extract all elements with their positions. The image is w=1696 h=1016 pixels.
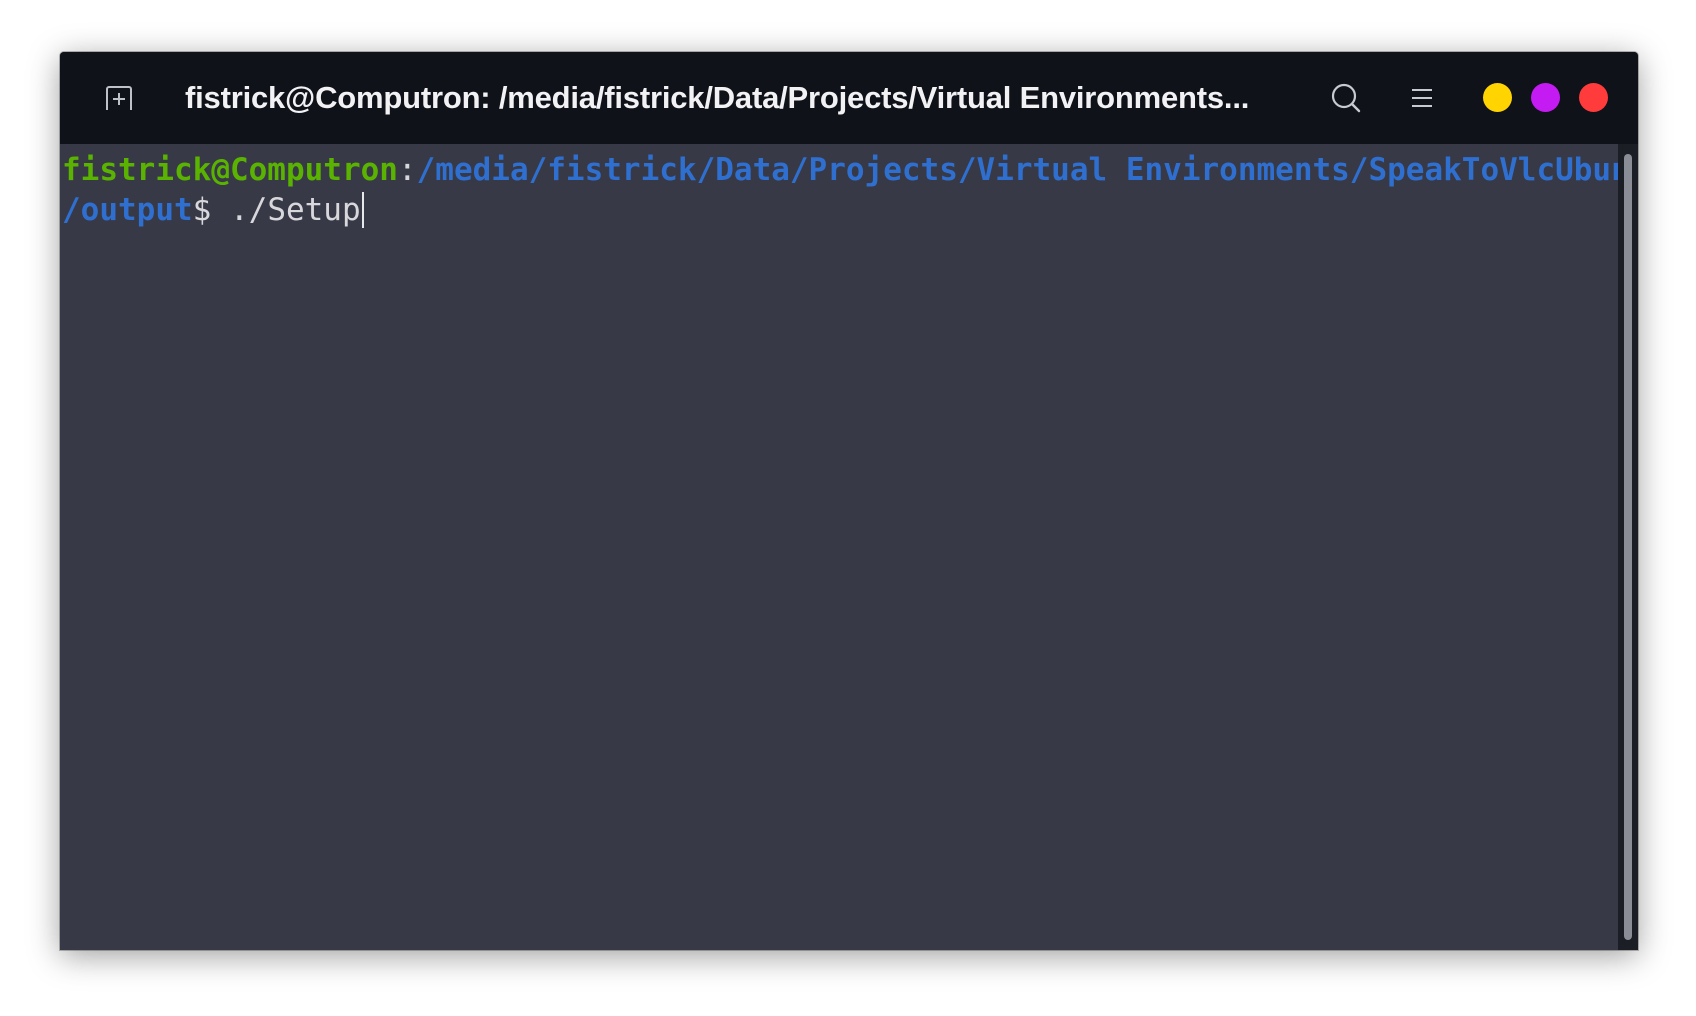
window-title: fistrick@Computron: /media/fistrick/Data…: [185, 80, 1250, 115]
text-cursor: [361, 192, 364, 228]
search-button[interactable]: [1326, 78, 1366, 118]
prompt-separator: :: [397, 152, 417, 188]
menu-button[interactable]: [1402, 78, 1442, 118]
terminal-output[interactable]: fistrick@Computron:/media/fistrick/Data/…: [60, 144, 1618, 950]
prompt-path-continued: /output: [62, 192, 193, 228]
prompt-line-1: fistrick@Computron:/media/fistrick/Data/…: [62, 150, 1618, 190]
maximize-button[interactable]: [1531, 83, 1560, 112]
terminal-window: fistrick@Computron: /media/fistrick/Data…: [60, 52, 1638, 950]
prompt-path: /media/fistrick/Data/Projects/Virtual En…: [416, 152, 1618, 188]
close-button[interactable]: [1579, 83, 1608, 112]
prompt-line-2: /output$ ./Setup: [62, 190, 1618, 230]
scrollbar-thumb[interactable]: [1624, 154, 1632, 940]
title-bar[interactable]: fistrick@Computron: /media/fistrick/Data…: [60, 52, 1638, 144]
vertical-scrollbar[interactable]: [1618, 144, 1638, 950]
prompt-user-host: fistrick@Computron: [62, 152, 398, 188]
command-input[interactable]: ./Setup: [211, 192, 361, 228]
new-tab-button[interactable]: [102, 83, 136, 113]
prompt-symbol: $: [192, 192, 212, 228]
minimize-button[interactable]: [1483, 83, 1512, 112]
